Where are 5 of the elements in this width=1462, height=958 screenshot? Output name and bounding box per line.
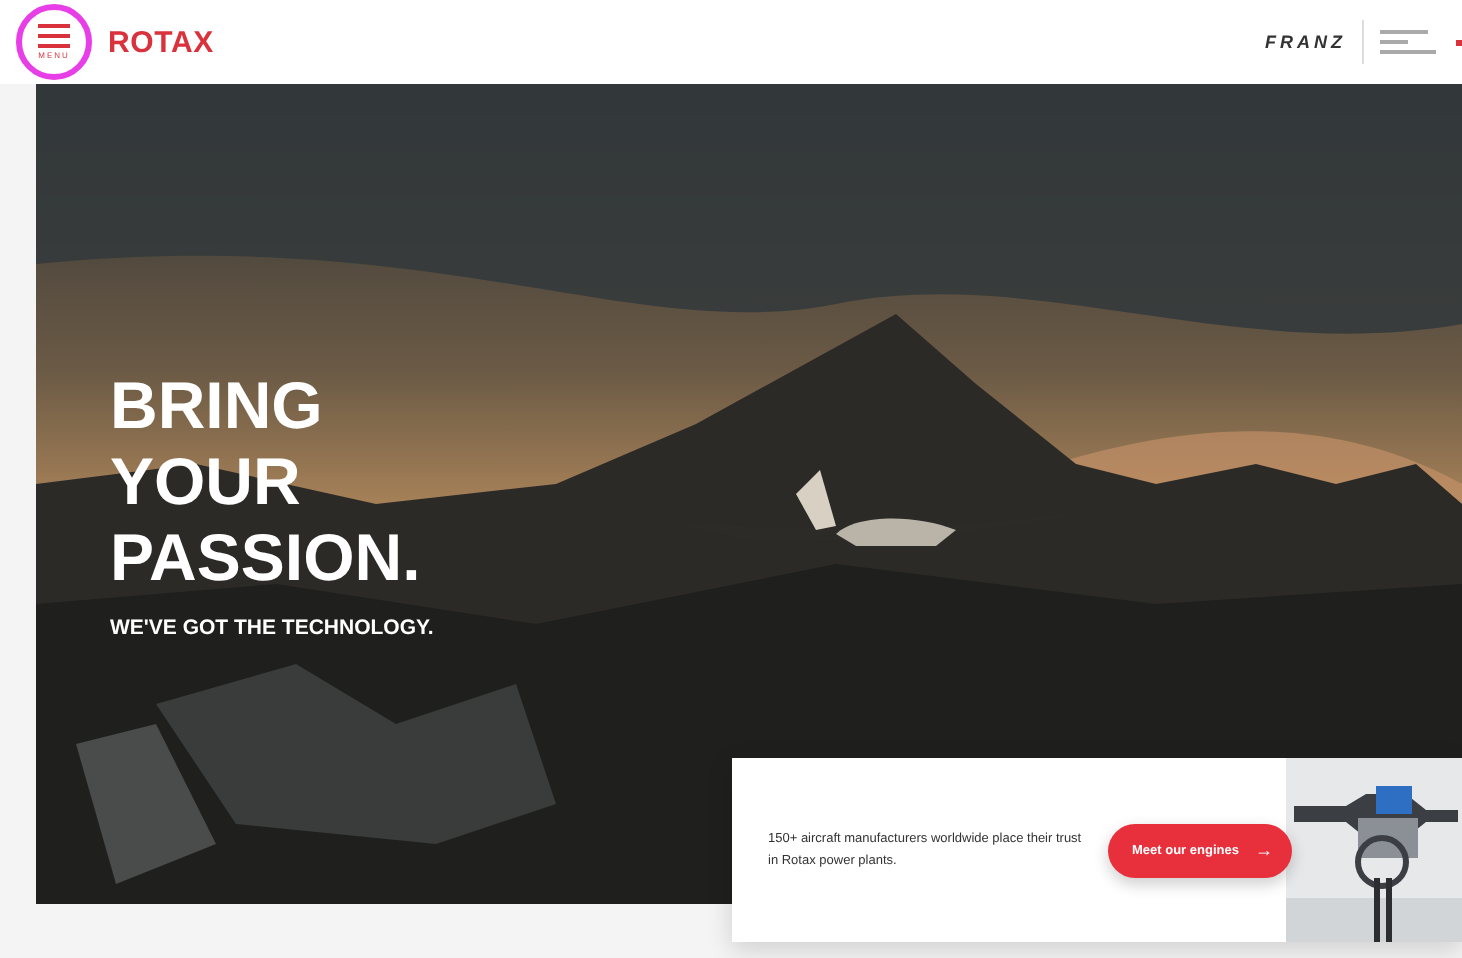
brand-logo[interactable]: ROTAX bbox=[108, 25, 214, 59]
partner-logo: FRANZ bbox=[1265, 32, 1346, 52]
tagline-drawing bbox=[1380, 30, 1440, 54]
menu-icon bbox=[38, 24, 70, 48]
marker-icon bbox=[1456, 39, 1462, 45]
